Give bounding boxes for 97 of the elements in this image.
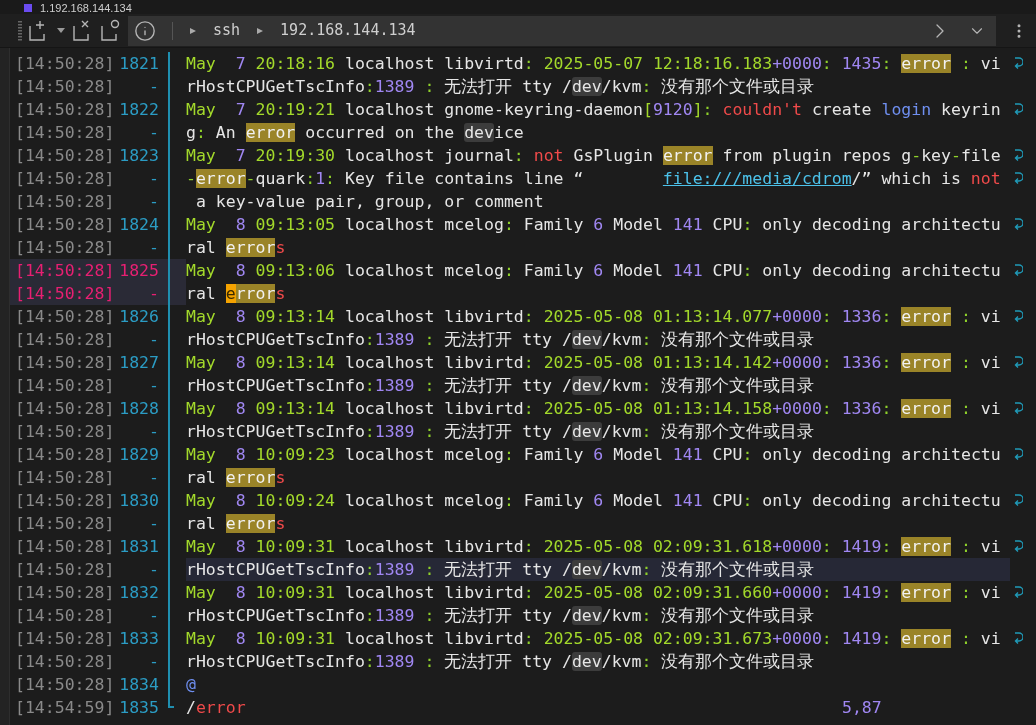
- log-line: ral errors: [186, 513, 287, 535]
- line-number: -: [148, 76, 159, 98]
- breadcrumb-arrow-icon: [256, 26, 265, 35]
- line-number: 1823: [118, 145, 159, 167]
- timestamp: [14:50:28]: [15, 260, 115, 282]
- timestamp: [14:50:28]: [15, 352, 115, 374]
- timestamp: [14:50:28]: [15, 122, 115, 144]
- timestamp: [14:50:28]: [15, 168, 115, 190]
- breadcrumb-item[interactable]: ssh: [213, 19, 241, 42]
- log-line: May 8 10:09:31 localhost libvirtd: 2025-05-08 02:09:31.660+0000: 1419: error : vi: [186, 582, 1002, 604]
- log-line: ral errors: [186, 467, 287, 489]
- timestamp: [14:50:28]: [15, 329, 115, 351]
- log-line: rHostCPUGetTscInfo:1389 : 无法打开 tty /dev/kvm: 没有那个文件或目录: [186, 651, 816, 673]
- timestamp: [14:50:28]: [15, 559, 115, 581]
- line-number: -: [148, 191, 159, 213]
- log-line: May 8 10:09:23 localhost mcelog: Family 6 Model 141 CPU: only decoding architectu: [186, 444, 1002, 466]
- timestamp: [14:50:28]: [15, 444, 115, 466]
- line-number: 1833: [118, 628, 159, 650]
- line-number: 1827: [118, 352, 159, 374]
- timestamp: [14:50:28]: [15, 674, 115, 696]
- log-line: May 8 10:09:31 localhost libvirtd: 2025-05-08 02:09:31.618+0000: 1419: error : vi: [186, 536, 1002, 558]
- timestamp: [14:50:28]: [15, 53, 115, 75]
- log-line: ral errors: [186, 237, 287, 259]
- line-number: 1831: [118, 536, 159, 558]
- log-line: May 7 20:18:16 localhost libvirtd: 2025-05-07 12:18:16.183+0000: 1435: error : vi: [186, 53, 1002, 75]
- timestamp: [14:50:28]: [15, 513, 115, 535]
- timestamp: [14:50:28]: [15, 582, 115, 604]
- status-text: 5,87: [842, 697, 882, 719]
- tab-title[interactable]: 1.192.168.144.134: [40, 2, 132, 14]
- line-number: 1824: [118, 214, 159, 236]
- line-number: 1826: [118, 306, 159, 328]
- log-line: May 8 09:13:14 localhost libvirtd: 2025-05-08 01:13:14.077+0000: 1336: error : vi: [186, 306, 1002, 328]
- line-number: 1822: [118, 99, 159, 121]
- log-line: -error-quark:1: Key file contains line “ file:///media/cdrom/” which is not: [186, 168, 1002, 190]
- line-number: -: [148, 168, 159, 190]
- line-number: -: [148, 375, 159, 397]
- log-line: May 7 20:19:21 localhost gnome-keyring-daemon[9120]: couldn't create login keyrin: [186, 99, 1002, 121]
- line-number: -: [148, 122, 159, 144]
- log-line: g: An error occurred on the device: [186, 122, 525, 144]
- log-line: May 8 10:09:31 localhost libvirtd: 2025-05-08 02:09:31.673+0000: 1419: error : vi: [186, 628, 1002, 650]
- log-line: May 8 09:13:05 localhost mcelog: Family 6 Model 141 CPU: only decoding architectu: [186, 214, 1002, 236]
- line-number: -: [148, 421, 159, 443]
- line-number: 1821: [118, 53, 159, 75]
- grip-icon: [18, 20, 22, 41]
- line-number: 1829: [118, 444, 159, 466]
- log-line: /error: [186, 697, 247, 719]
- log-line: May 8 10:09:24 localhost mcelog: Family 6 Model 141 CPU: only decoding architectu: [186, 490, 1002, 512]
- log-line: rHostCPUGetTscInfo:1389 : 无法打开 tty /dev/kvm: 没有那个文件或目录: [186, 421, 816, 443]
- log-line: rHostCPUGetTscInfo:1389 : 无法打开 tty /dev/kvm: 没有那个文件或目录: [186, 329, 816, 351]
- caret-icon[interactable]: [56, 26, 66, 35]
- line-number: -: [148, 559, 159, 581]
- log-line: a key-value pair, group, or comment: [194, 191, 545, 213]
- breadcrumb-item[interactable]: 192.168.144.134: [280, 19, 416, 42]
- log-line: ral errors: [186, 283, 287, 305]
- line-number: -: [148, 237, 159, 259]
- line-number: 1825: [118, 260, 159, 282]
- timestamp: [14:50:28]: [15, 306, 115, 328]
- timestamp: [14:54:59]: [15, 697, 115, 719]
- line-number: -: [148, 283, 159, 305]
- timestamp: [14:50:28]: [15, 99, 115, 121]
- timestamp: [14:50:28]: [15, 651, 115, 673]
- line-number: 1835: [118, 697, 159, 719]
- info-icon[interactable]: [134, 19, 156, 42]
- line-number: 1830: [118, 490, 159, 512]
- line-number: 1832: [118, 582, 159, 604]
- line-number: -: [148, 513, 159, 535]
- timestamp: [14:50:28]: [15, 283, 115, 305]
- timestamp: [14:50:28]: [15, 467, 115, 489]
- log-line: May 7 20:19:30 localhost journal: not GsPlugin error from plugin repos g-key-file: [186, 145, 1002, 167]
- log-line: May 8 09:13:06 localhost mcelog: Family 6 Model 141 CPU: only decoding architectu: [186, 260, 1002, 282]
- tab-color-icon: [24, 4, 32, 12]
- tab-settings-icon[interactable]: [100, 18, 122, 43]
- timestamp: [14:50:28]: [15, 375, 115, 397]
- timestamp: [14:50:28]: [15, 536, 115, 558]
- line-number: -: [148, 467, 159, 489]
- breadcrumb-arrow-icon: [189, 26, 197, 35]
- line-number: 1834: [118, 674, 159, 696]
- timestamp: [14:50:28]: [15, 421, 115, 443]
- line-number: -: [148, 651, 159, 673]
- timestamp: [14:50:28]: [15, 214, 115, 236]
- timestamp: [14:50:28]: [15, 237, 115, 259]
- line-number: -: [148, 329, 159, 351]
- timestamp: [14:50:28]: [15, 628, 115, 650]
- timestamp: [14:50:28]: [15, 605, 115, 627]
- line-number: 1828: [118, 398, 159, 420]
- line-number: -: [148, 605, 159, 627]
- timestamp: [14:50:28]: [15, 145, 115, 167]
- log-line: @: [186, 674, 197, 696]
- log-line: rHostCPUGetTscInfo:1389 : 无法打开 tty /dev/kvm: 没有那个文件或目录: [186, 375, 816, 397]
- timestamp: [14:50:28]: [15, 398, 115, 420]
- log-line: May 8 09:13:14 localhost libvirtd: 2025-05-08 01:13:14.158+0000: 1336: error : vi: [186, 398, 1002, 420]
- timestamp: [14:50:28]: [15, 490, 115, 512]
- log-line: May 8 09:13:14 localhost libvirtd: 2025-05-08 01:13:14.142+0000: 1336: error : vi: [186, 352, 1002, 374]
- timestamp: [14:50:28]: [15, 191, 115, 213]
- log-line: rHostCPUGetTscInfo:1389 : 无法打开 tty /dev/kvm: 没有那个文件或目录: [186, 76, 816, 98]
- log-line: rHostCPUGetTscInfo:1389 : 无法打开 tty /dev/kvm: 没有那个文件或目录: [186, 605, 816, 627]
- timestamp: [14:50:28]: [15, 76, 115, 98]
